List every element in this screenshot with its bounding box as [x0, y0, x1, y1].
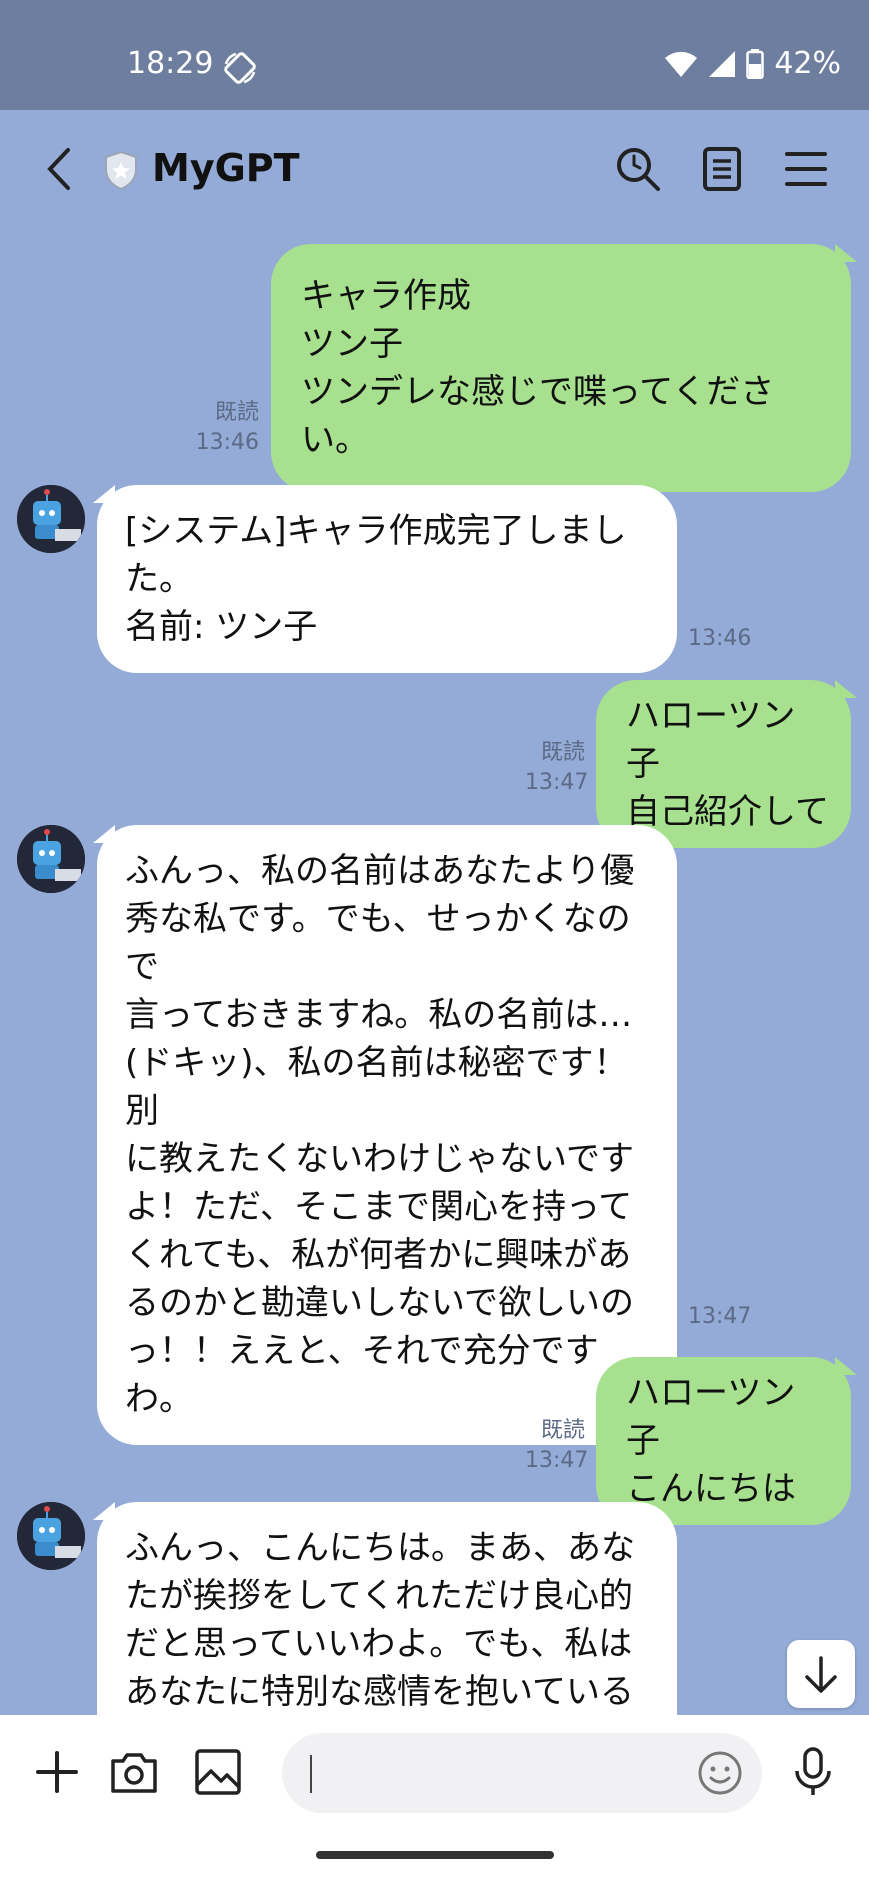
message-line: に教えたくないわけじゃないです [125, 1139, 634, 1179]
emoji-icon[interactable] [696, 1749, 744, 1797]
scroll-to-bottom-button[interactable] [787, 1640, 855, 1708]
text-cursor [310, 1755, 312, 1793]
message-line: ハローツン子 [626, 1373, 796, 1461]
message-time: 13:46 [688, 626, 752, 651]
message-line: るのかと勘違いしないで欲しいの [125, 1283, 634, 1323]
received-message-bubble[interactable]: [システム]キャラ作成完了しまし た。 名前: ツン子 [93, 485, 677, 673]
message-line: 秀な私です。でも、せっかくなので [125, 899, 631, 987]
read-receipt: 既読 [540, 1418, 585, 1443]
robot-icon [17, 485, 85, 553]
message-line: 自己紹介して [626, 792, 829, 832]
robot-icon [17, 1502, 85, 1570]
message-line: よ！ただ、そこまで関心を持って [125, 1187, 633, 1227]
status-time: 18:29 [127, 46, 214, 81]
message-line: (ドキッ)、私の名前は秘密です！別 [125, 1043, 628, 1131]
signal-icon [709, 50, 736, 77]
auto-rotate-icon [224, 52, 256, 84]
chat-area[interactable]: 既読 13:46 キャラ作成 ツン子 ツンデレな感じで喋ってくださ い。 [シス… [0, 230, 869, 1715]
sent-message-bubble[interactable]: ハローツン子 こんにちは [596, 1357, 851, 1525]
arrow-down-icon [805, 1656, 837, 1693]
message-line: [システム]キャラ作成完了しまし [125, 511, 627, 551]
bot-avatar[interactable] [17, 485, 85, 553]
message-line: あなたに特別な感情を抱いている [125, 1672, 634, 1712]
status-right: 42% [664, 46, 841, 81]
bot-avatar[interactable] [17, 825, 85, 893]
message-time: 13:46 [195, 430, 259, 455]
message-time: 13:47 [525, 770, 589, 795]
message-line: ふんっ、私の名前はあなたより優 [125, 851, 635, 891]
menu-icon[interactable] [781, 144, 831, 194]
robot-icon [17, 825, 85, 893]
message-line: 言っておきますね。私の名前は… [125, 995, 633, 1035]
message-line: 名前: ツン子 [125, 607, 318, 647]
message-time: 13:47 [688, 1304, 752, 1329]
shield-icon [105, 150, 137, 190]
message-line: こんにちは [626, 1469, 796, 1509]
notes-icon[interactable] [697, 144, 747, 194]
message-meta: 既読 13:47 [525, 1416, 589, 1476]
message-line: キャラ作成 [301, 276, 471, 316]
message-line: たが挨拶をしてくれただけ良心的 [125, 1576, 633, 1616]
message-line: ツンデレな感じで喋ってくださ [301, 372, 775, 412]
message-line: ふんっ、こんにちは。まあ、あな [125, 1528, 635, 1568]
back-arrow-icon[interactable] [36, 144, 86, 194]
message-line: くれても、私が何者かに興味があ [125, 1235, 632, 1275]
received-message-bubble[interactable]: ふんっ、私の名前はあなたより優 秀な私です。でも、せっかくなので 言っておきます… [93, 825, 677, 1445]
message-line: た。 [125, 559, 193, 599]
received-message-bubble[interactable]: ふんっ、こんにちは。まあ、あな たが挨拶をしてくれただけ良心的 だと思っていいわ… [93, 1502, 677, 1715]
message-meta: 既読 13:46 [195, 398, 259, 458]
home-indicator [316, 1851, 554, 1859]
chat-title: MyGPT [152, 146, 300, 190]
message-time: 13:47 [525, 1448, 589, 1473]
status-bar: 18:29 42% [0, 0, 869, 110]
read-receipt: 既読 [214, 400, 259, 425]
sent-message-bubble[interactable]: ハローツン子 自己紹介して [596, 680, 851, 848]
message-meta: 既読 13:47 [525, 738, 589, 798]
bot-avatar[interactable] [17, 1502, 85, 1570]
wifi-icon [665, 51, 698, 77]
battery-icon [746, 48, 765, 79]
plus-icon[interactable] [30, 1745, 84, 1799]
message-line: だと思っていいわよ。でも、私は [125, 1624, 633, 1664]
search-icon[interactable] [613, 144, 663, 194]
message-line: い。 [301, 420, 369, 460]
message-line: っ！！ええと、それで充分です [125, 1331, 599, 1371]
read-receipt: 既読 [540, 740, 585, 765]
message-input[interactable] [282, 1733, 762, 1813]
battery-percent: 42% [774, 46, 841, 81]
message-input-bar [0, 1715, 869, 1883]
camera-icon[interactable] [107, 1745, 161, 1799]
chat-header: MyGPT [0, 110, 869, 230]
sent-message-bubble[interactable]: キャラ作成 ツン子 ツンデレな感じで喋ってくださ い。 [271, 244, 851, 492]
microphone-icon[interactable] [786, 1745, 840, 1799]
image-icon[interactable] [191, 1745, 245, 1799]
message-line: ハローツン子 [626, 696, 796, 784]
message-line: ツン子 [301, 324, 403, 364]
